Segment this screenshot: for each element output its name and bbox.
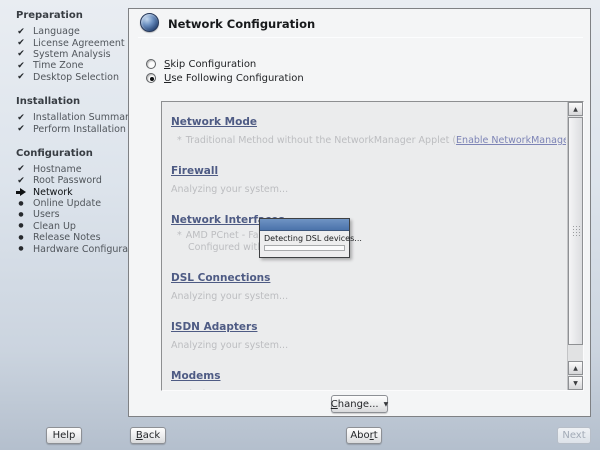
detecting-dsl-popup: Detecting DSL devices... [259, 218, 362, 258]
step-online-update: ● Online Update [16, 198, 128, 209]
pending-bullet-icon: ● [18, 233, 24, 241]
network-mode-link[interactable]: Network Mode [171, 116, 257, 128]
modems-link[interactable]: Modems [171, 370, 221, 382]
pending-bullet-icon: ● [18, 222, 24, 230]
back-button[interactable]: Back [130, 427, 166, 444]
pending-bullet-icon: ● [18, 199, 24, 207]
step-time-zone: ✔ Time Zone [17, 60, 84, 72]
step-language: ✔ Language [17, 26, 80, 38]
network-summary-content: Network Mode * Traditional Method without… [162, 102, 566, 390]
step-hostname: ✔ Hostname [17, 163, 82, 175]
scroll-up-icon[interactable]: ▲ [568, 361, 583, 375]
steps-section-title: Installation [16, 95, 81, 107]
step-license-agreement: ✔ License Agreement [17, 37, 125, 49]
page-title: Network Configuration [168, 17, 316, 31]
next-button[interactable]: Next [557, 427, 591, 444]
radio-use-following-configuration[interactable]: Use Following Configuration [146, 71, 304, 85]
header-separator [138, 37, 583, 38]
radio-unselected-icon [146, 59, 156, 69]
popup-titlebar[interactable] [260, 219, 349, 231]
installer-window: { "icons": { "check": "✔", "pending_bull… [0, 0, 600, 450]
abort-button[interactable]: Abort [346, 427, 382, 444]
summary-section-network-interfaces: Network Interfaces * AMD PCnet - Fast 79C… [171, 208, 562, 253]
steps-section-title: Preparation [16, 10, 83, 21]
popup-progress-bar [264, 245, 345, 251]
check-icon: ✔ [17, 72, 25, 83]
dsl-connections-link[interactable]: DSL Connections [171, 272, 270, 284]
summary-section-dsl: DSL Connections Analyzing your system... [171, 266, 562, 302]
step-root-password: ✔ Root Password [17, 175, 102, 187]
installer-steps-sidebar: Preparation ✔ Language ✔ License Agreeme… [0, 0, 146, 268]
step-system-analysis: ✔ System Analysis [17, 48, 111, 60]
main-panel: Network Configuration Skip Configuration… [128, 8, 591, 417]
current-step-arrow-icon [16, 187, 26, 197]
check-icon: ✔ [17, 26, 25, 37]
step-users: ● Users [16, 209, 128, 220]
bullet-asterisk: * [177, 135, 182, 146]
help-button[interactable]: Help [46, 427, 82, 444]
step-release-notes: ● Release Notes [16, 232, 128, 243]
isdn-adapters-link[interactable]: ISDN Adapters [171, 321, 257, 333]
step-hardware-configuration: ● Hardware Configuration [16, 243, 146, 255]
globe-icon [140, 13, 159, 32]
summary-scrollbar[interactable]: ▲ ▲ ▼ [567, 102, 583, 390]
pending-bullet-icon: ● [18, 210, 24, 218]
steps-section-preparation: Preparation ✔ Language ✔ License Agreeme… [16, 10, 128, 83]
configuration-mode-radio-group: Skip Configuration Use Following Configu… [146, 57, 304, 85]
firewall-status: Analyzing your system... [171, 184, 289, 195]
network-mode-detail: * Traditional Method without the NetworkM… [177, 135, 566, 146]
dropdown-arrow-icon: ▼ [383, 400, 389, 408]
step-perform-installation: ✔ Perform Installation [17, 123, 126, 135]
steps-section-title: Configuration [16, 147, 93, 159]
check-icon: ✔ [17, 49, 25, 60]
dsl-status: Analyzing your system... [171, 291, 289, 302]
check-icon: ✔ [17, 175, 25, 186]
pending-bullet-icon: ● [18, 245, 24, 253]
step-clean-up: ● Clean Up [16, 221, 128, 232]
network-interfaces-detail-2: Configured with [188, 242, 264, 253]
modems-status: Analyzing your system... [171, 389, 562, 390]
bullet-asterisk: * [177, 230, 182, 241]
summary-section-network-mode: Network Mode * Traditional Method without… [171, 110, 566, 146]
check-icon: ✔ [17, 60, 25, 71]
step-desktop-selection: ✔ Desktop Selection [17, 71, 119, 83]
summary-section-modems: Modems Analyzing your system... [171, 364, 562, 390]
check-icon: ✔ [17, 112, 25, 123]
isdn-status: Analyzing your system... [171, 340, 289, 351]
firewall-link[interactable]: Firewall [171, 165, 218, 177]
scrollbar-thumb[interactable] [568, 117, 583, 345]
steps-section-configuration: Configuration ✔ Hostname ✔ Root Password… [16, 147, 146, 255]
scroll-down-icon[interactable]: ▼ [568, 376, 583, 390]
change-button[interactable]: Change... ▼ [331, 395, 388, 413]
summary-section-firewall: Firewall Analyzing your system... [171, 159, 562, 195]
steps-section-installation: Installation ✔ Installation Summary ✔ Pe… [16, 95, 135, 135]
scroll-up-icon[interactable]: ▲ [568, 102, 583, 116]
enable-networkmanager-link[interactable]: Enable NetworkManager [456, 135, 566, 146]
step-network-current: Network [16, 187, 128, 198]
step-installation-summary: ✔ Installation Summary [17, 112, 135, 124]
radio-skip-configuration[interactable]: Skip Configuration [146, 57, 304, 71]
network-interfaces-detail: * AMD PCnet - Fast 79C971 [177, 230, 308, 241]
summary-section-isdn: ISDN Adapters Analyzing your system... [171, 315, 562, 351]
check-icon: ✔ [17, 38, 25, 49]
radio-selected-icon [146, 73, 156, 83]
check-icon: ✔ [17, 124, 25, 135]
network-summary-box: Network Mode * Traditional Method without… [161, 101, 584, 391]
popup-message: Detecting DSL devices... [264, 234, 362, 243]
check-icon: ✔ [17, 164, 25, 175]
